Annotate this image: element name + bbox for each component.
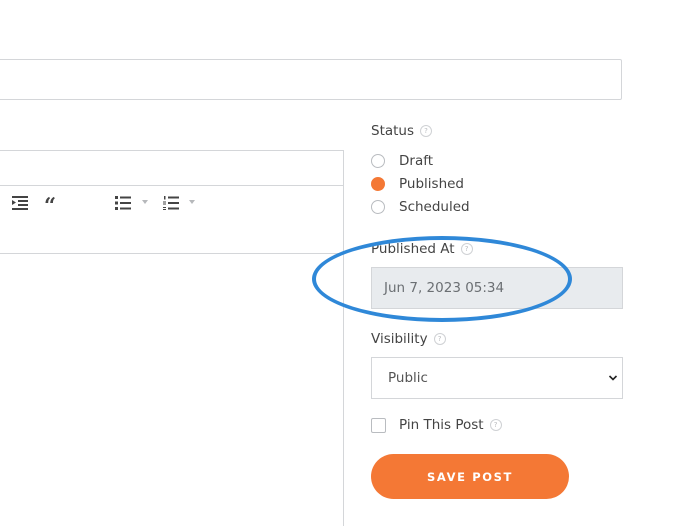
numbered-list-icon-glyph	[163, 196, 179, 210]
visibility-selected-value: Public	[388, 370, 428, 386]
status-help-icon[interactable]: ?	[420, 125, 433, 137]
bulleted-list-icon[interactable]	[115, 194, 131, 212]
bulleted-list-icon-glyph	[115, 196, 131, 210]
visibility-label: Visibility ?	[371, 331, 446, 347]
radio-scheduled[interactable]	[371, 200, 385, 214]
published-at-help-icon[interactable]: ?	[460, 243, 473, 255]
pin-post-row: Pin This Post ?	[371, 417, 502, 433]
published-at-label: Published At ?	[371, 241, 473, 257]
radio-draft[interactable]	[371, 154, 385, 168]
chevron-down-icon	[608, 375, 618, 381]
visibility-label-text: Visibility	[371, 331, 428, 347]
bulleted-list-caret-icon[interactable]	[142, 200, 148, 204]
published-at-field[interactable]: Jun 7, 2023 05:34	[371, 267, 623, 309]
visibility-help-icon[interactable]: ?	[433, 333, 446, 345]
editor-toolbar: “	[0, 186, 343, 254]
status-label: Status ?	[371, 123, 433, 139]
status-option-draft[interactable]: Draft	[371, 153, 433, 169]
pin-post-checkbox[interactable]	[371, 417, 386, 433]
published-at-value: Jun 7, 2023 05:34	[384, 280, 505, 296]
status-option-scheduled-label: Scheduled	[399, 199, 470, 215]
published-at-label-text: Published At	[371, 241, 455, 257]
numbered-list-icon[interactable]	[163, 194, 179, 212]
status-option-published[interactable]: Published	[371, 176, 464, 192]
pin-post-help-icon[interactable]: ?	[489, 419, 502, 431]
post-title-input[interactable]	[0, 59, 622, 100]
pin-post-label: Pin This Post	[399, 417, 484, 433]
content-editor: “	[0, 150, 344, 526]
numbered-list-caret-icon[interactable]	[189, 200, 195, 204]
status-option-scheduled[interactable]: Scheduled	[371, 199, 470, 215]
save-post-button[interactable]: SAVE POST	[371, 454, 569, 499]
post-editor-page: “ Status ? Draft Published Scheduled Pub…	[0, 0, 700, 526]
visibility-select[interactable]: Public	[371, 357, 623, 399]
blockquote-icon[interactable]: “	[41, 194, 59, 213]
indent-icon-glyph	[12, 196, 28, 210]
radio-published[interactable]	[371, 177, 385, 191]
indent-icon[interactable]	[12, 194, 28, 212]
status-option-draft-label: Draft	[399, 153, 434, 169]
status-option-published-label: Published	[399, 176, 464, 192]
editor-tab-bar	[0, 151, 343, 186]
status-label-text: Status	[371, 123, 415, 139]
